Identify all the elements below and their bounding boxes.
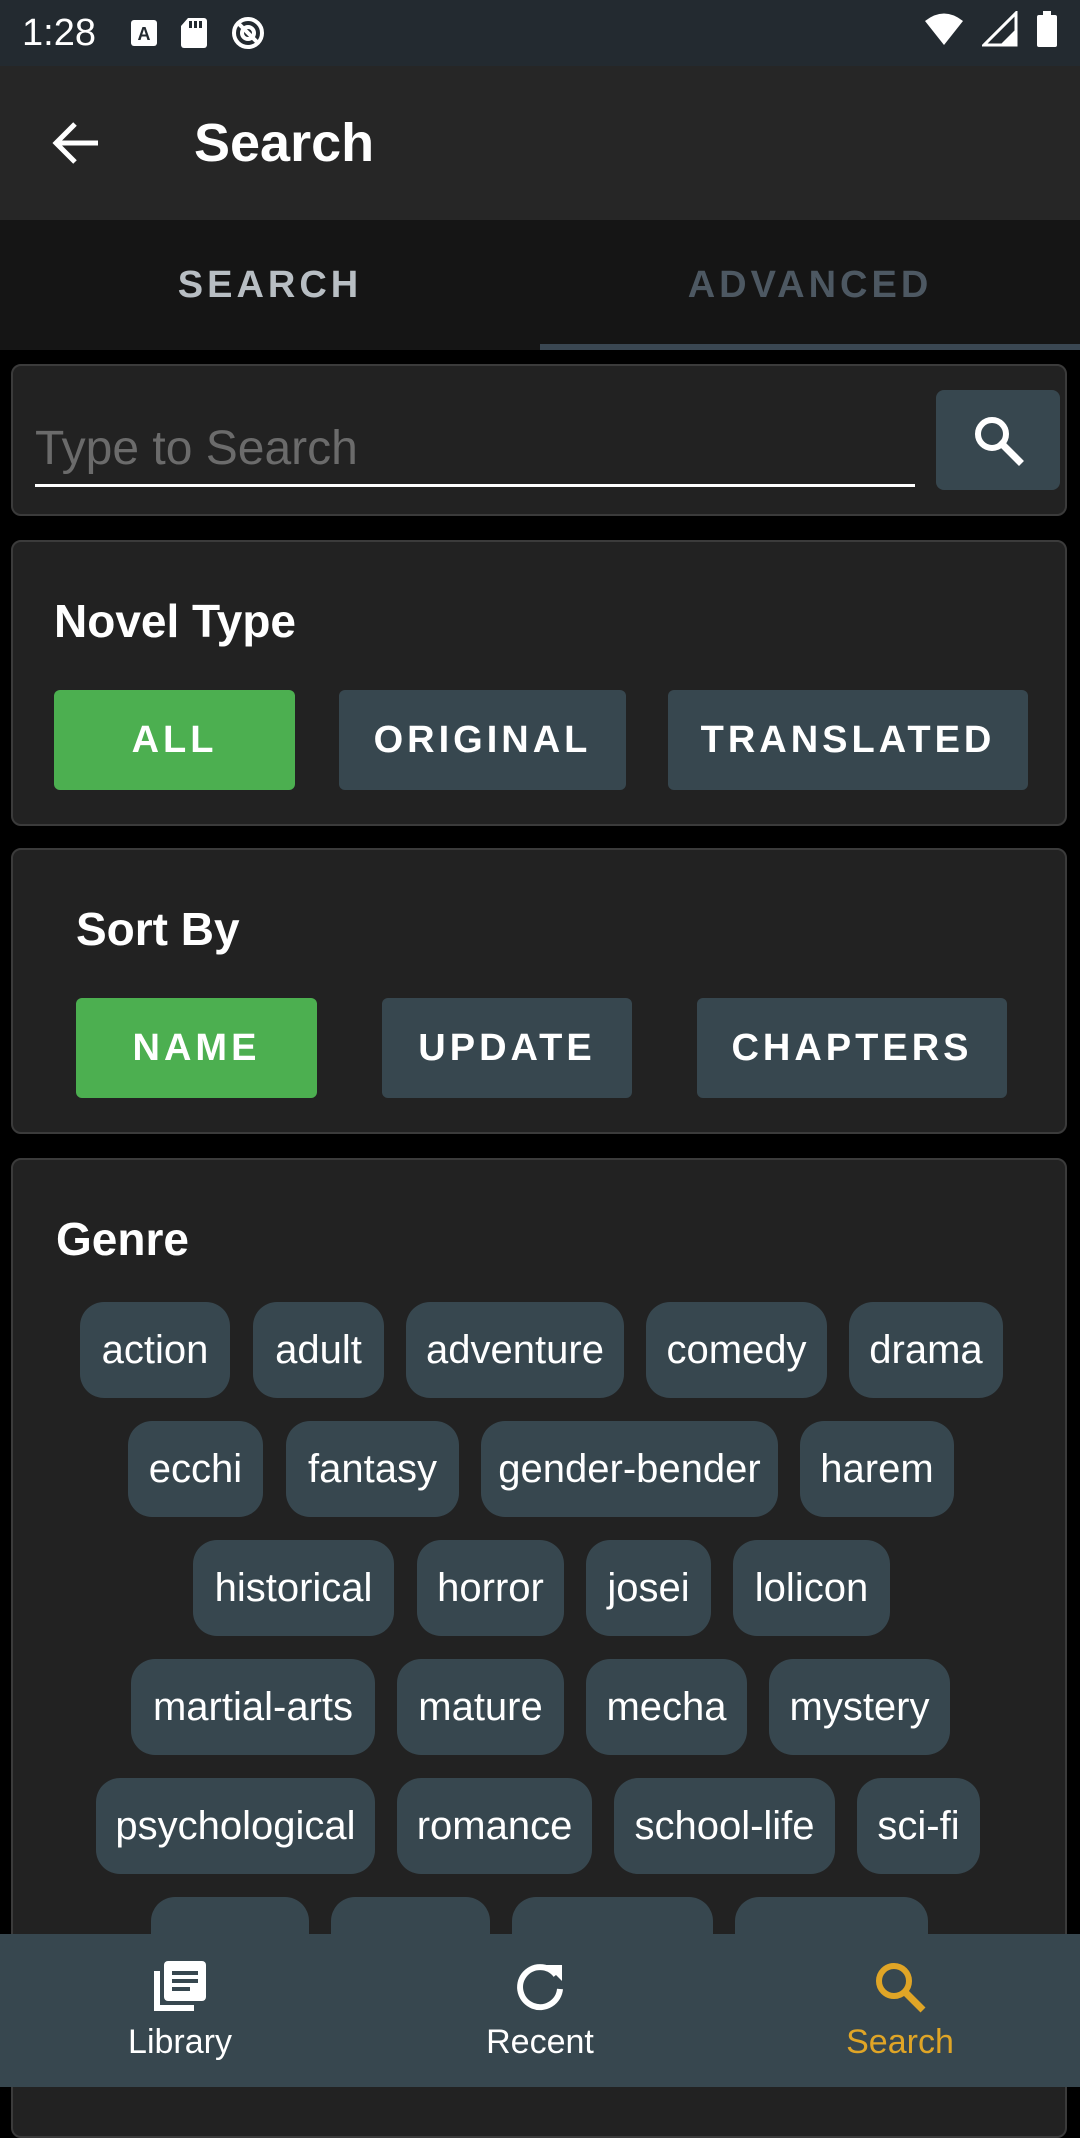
sd-card-icon <box>180 18 207 48</box>
genre-chip-lolicon[interactable]: lolicon <box>733 1540 890 1636</box>
genre-chip-mystery[interactable]: mystery <box>769 1659 950 1755</box>
tab-bar: SEARCH ADVANCED <box>0 220 1080 350</box>
sort-by-card: Sort By NAME UPDATE CHAPTERS <box>11 848 1067 1134</box>
sort-name-button[interactable]: NAME <box>76 998 317 1098</box>
genre-chip-josei[interactable]: josei <box>586 1540 711 1636</box>
genre-chip-ecchi[interactable]: ecchi <box>128 1421 263 1517</box>
search-input[interactable] <box>35 418 915 487</box>
battery-icon <box>1037 11 1057 47</box>
arrow-back-icon <box>52 122 98 164</box>
genre-chip-adult[interactable]: adult <box>253 1302 384 1398</box>
tab-indicator <box>540 344 1080 350</box>
genre-chip-adventure[interactable]: adventure <box>406 1302 624 1398</box>
genre-chip-romance[interactable]: romance <box>397 1778 592 1874</box>
bottom-nav: Library Recent Search <box>0 1934 1080 2087</box>
status-time: 1:28 <box>22 11 96 54</box>
genre-chip-action[interactable]: action <box>80 1302 230 1398</box>
genre-title: Genre <box>56 1213 189 1265</box>
app-bar: Search <box>0 66 1080 220</box>
no-sync-icon <box>231 17 264 49</box>
genre-chip-fantasy[interactable]: fantasy <box>286 1421 459 1517</box>
wifi-icon <box>925 13 963 45</box>
nav-search[interactable]: Search <box>720 1934 1080 2087</box>
novel-type-all-button[interactable]: ALL <box>54 690 295 790</box>
sort-by-title: Sort By <box>76 903 240 955</box>
genre-chip-comedy[interactable]: comedy <box>646 1302 827 1398</box>
genre-chip-school-life[interactable]: school-life <box>614 1778 835 1874</box>
genre-chip-historical[interactable]: historical <box>193 1540 394 1636</box>
genre-chip-sci-fi[interactable]: sci-fi <box>857 1778 980 1874</box>
tab-search[interactable]: SEARCH <box>0 220 540 350</box>
tab-advanced-label: ADVANCED <box>687 263 933 306</box>
search-button[interactable] <box>936 390 1060 490</box>
novel-type-card: Novel Type ALL ORIGINAL TRANSLATED <box>11 540 1067 826</box>
genre-chip-mecha[interactable]: mecha <box>586 1659 747 1755</box>
genre-chip-gender-bender[interactable]: gender-bender <box>481 1421 778 1517</box>
nav-library-label: Library <box>128 2023 232 2061</box>
search-icon <box>975 417 1024 466</box>
font-app-icon: A <box>130 20 157 46</box>
tab-advanced[interactable]: ADVANCED <box>540 220 1080 350</box>
nav-search-label: Search <box>846 2023 954 2061</box>
genre-chip-harem[interactable]: harem <box>800 1421 954 1517</box>
page-title: Search <box>194 113 375 173</box>
genre-chip-drama[interactable]: drama <box>849 1302 1003 1398</box>
nav-library[interactable]: Library <box>0 1934 360 2087</box>
genre-chip-psychological[interactable]: psychological <box>96 1778 375 1874</box>
novel-type-translated-button[interactable]: TRANSLATED <box>668 690 1028 790</box>
back-button[interactable] <box>36 103 116 183</box>
sort-chapters-button[interactable]: CHAPTERS <box>697 998 1007 1098</box>
svg-text:A: A <box>137 24 150 44</box>
nav-recent-label: Recent <box>486 2023 594 2061</box>
search-card <box>11 364 1067 516</box>
nav-recent[interactable]: Recent <box>360 1934 720 2087</box>
refresh-icon <box>517 1964 563 2011</box>
genre-chip-mature[interactable]: mature <box>397 1659 564 1755</box>
genre-chip-martial-arts[interactable]: martial-arts <box>131 1659 375 1755</box>
genre-chip-horror[interactable]: horror <box>417 1540 564 1636</box>
sort-update-button[interactable]: UPDATE <box>382 998 632 1098</box>
novel-type-original-button[interactable]: ORIGINAL <box>339 690 626 790</box>
signal-icon <box>982 11 1018 47</box>
library-icon <box>154 1961 206 2011</box>
status-bar: 1:28 A <box>0 0 1080 66</box>
novel-type-title: Novel Type <box>54 595 296 647</box>
search-icon <box>876 1963 926 2013</box>
